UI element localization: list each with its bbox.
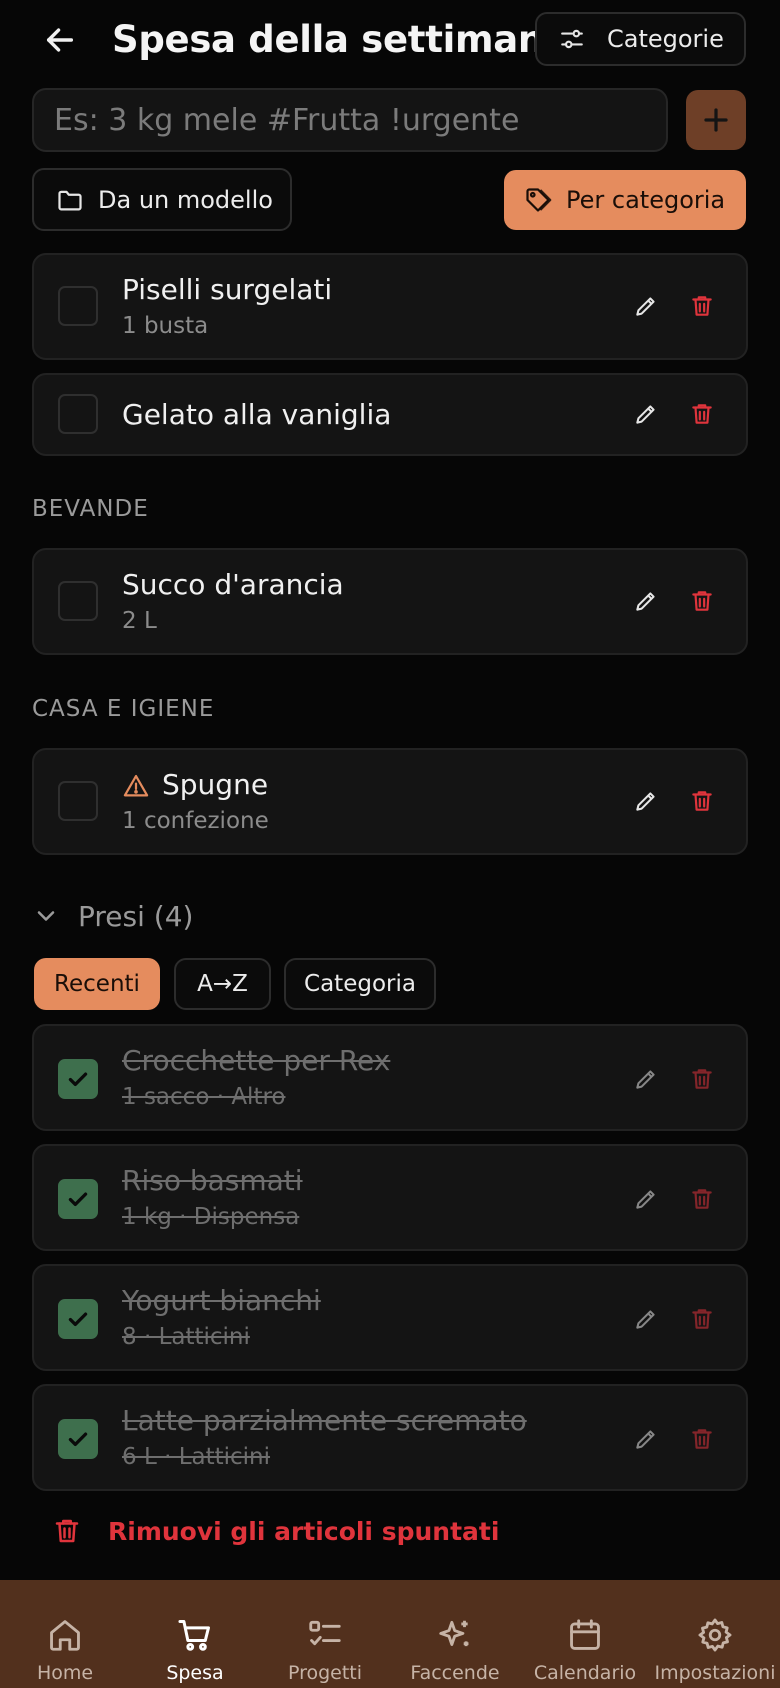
trash-icon <box>52 1516 82 1546</box>
sort-category-button[interactable]: Categoria <box>284 958 436 1010</box>
item-name: Spugne <box>162 768 269 801</box>
nav-label: Calendario <box>533 1662 637 1684</box>
nav-item-chores[interactable]: Faccende <box>390 1580 520 1688</box>
from-template-label: Da un modello <box>98 185 273 214</box>
nav-label: Impostazioni <box>654 1662 776 1684</box>
back-button[interactable] <box>36 14 84 66</box>
item-name: Riso basmati <box>122 1164 303 1197</box>
trash-icon[interactable] <box>682 1299 722 1339</box>
item-checkbox[interactable] <box>58 1419 98 1459</box>
list-item[interactable]: Spugne 1 confezione <box>32 748 748 855</box>
calendar-icon <box>566 1616 604 1654</box>
item-name: Succo d'arancia <box>122 568 344 601</box>
add-item-input[interactable] <box>32 88 668 152</box>
section-title-beverages: BEVANDE <box>32 496 149 522</box>
arrow-left-icon <box>43 23 77 57</box>
list-item[interactable]: Yogurt bianchi 8 · Latticini <box>32 1264 748 1371</box>
nav-label: Progetti <box>287 1662 363 1684</box>
item-quantity: 8 · Latticini <box>122 1324 250 1350</box>
cart-icon <box>176 1616 214 1654</box>
chevron-down-icon <box>32 902 60 930</box>
list-item[interactable]: Latte parzialmente scremato 6 L · Lattic… <box>32 1384 748 1491</box>
page-title: Spesa della settimana <box>112 18 569 61</box>
item-checkbox[interactable] <box>58 394 98 434</box>
item-quantity: 1 busta <box>122 313 209 339</box>
edit-icon[interactable] <box>626 1059 666 1099</box>
item-checkbox[interactable] <box>58 781 98 821</box>
nav-item-calendar[interactable]: Calendario <box>520 1580 650 1688</box>
categories-button[interactable]: Categorie <box>535 12 746 66</box>
edit-icon[interactable] <box>626 1299 666 1339</box>
plus-icon <box>701 105 731 135</box>
item-name: Piselli surgelati <box>122 273 333 306</box>
list-item[interactable]: Riso basmati 1 kg · Dispensa <box>32 1144 748 1251</box>
nav-item-shopping[interactable]: Spesa <box>130 1580 260 1688</box>
list-item[interactable]: Piselli surgelati 1 busta <box>32 253 748 360</box>
edit-icon[interactable] <box>626 286 666 326</box>
item-checkbox[interactable] <box>58 1179 98 1219</box>
trash-icon[interactable] <box>682 1059 722 1099</box>
sliders-icon <box>559 26 585 52</box>
item-quantity: 1 kg · Dispensa <box>122 1204 300 1230</box>
item-checkbox[interactable] <box>58 581 98 621</box>
trash-icon[interactable] <box>682 286 722 326</box>
item-name: Crocchette per Rex <box>122 1044 391 1077</box>
from-template-button[interactable]: Da un modello <box>32 168 292 231</box>
sort-alphabetical-button[interactable]: A→Z <box>174 958 271 1010</box>
trash-icon[interactable] <box>682 1179 722 1219</box>
taken-section-toggle[interactable]: Presi (4) <box>32 892 193 940</box>
categories-button-label: Categorie <box>607 25 724 53</box>
gear-icon <box>696 1616 734 1654</box>
list-item[interactable]: Gelato alla vaniglia <box>32 373 748 456</box>
edit-icon[interactable] <box>626 781 666 821</box>
home-icon <box>46 1616 84 1654</box>
list-item[interactable]: Succo d'arancia 2 L <box>32 548 748 655</box>
remove-checked-label: Rimuovi gli articoli spuntati <box>108 1516 500 1546</box>
item-name: Yogurt bianchi <box>122 1284 321 1317</box>
nav-item-home[interactable]: Home <box>0 1580 130 1688</box>
edit-icon[interactable] <box>626 581 666 621</box>
item-name: Latte parzialmente scremato <box>122 1404 527 1437</box>
tag-icon <box>524 186 552 214</box>
item-quantity: 2 L <box>122 608 157 634</box>
edit-icon[interactable] <box>626 394 666 434</box>
nav-label: Home <box>36 1662 94 1684</box>
nav-label: Faccende <box>410 1662 500 1684</box>
nav-item-projects[interactable]: Progetti <box>260 1580 390 1688</box>
item-checkbox[interactable] <box>58 1299 98 1339</box>
checklist-icon <box>306 1616 344 1654</box>
sort-recent-button[interactable]: Recenti <box>34 958 160 1010</box>
nav-label: Spesa <box>166 1662 224 1684</box>
trash-icon[interactable] <box>682 1419 722 1459</box>
nav-item-settings[interactable]: Impostazioni <box>650 1580 780 1688</box>
item-checkbox[interactable] <box>58 1059 98 1099</box>
section-title-household: CASA E IGIENE <box>32 696 215 722</box>
urgent-warning-icon <box>122 772 150 800</box>
edit-icon[interactable] <box>626 1179 666 1219</box>
add-item-button[interactable] <box>686 90 746 150</box>
edit-icon[interactable] <box>626 1419 666 1459</box>
group-by-category-label: Per categoria <box>566 186 726 214</box>
taken-section-label: Presi (4) <box>78 899 194 933</box>
folder-icon <box>56 186 84 214</box>
trash-icon[interactable] <box>682 394 722 434</box>
group-by-category-button[interactable]: Per categoria <box>504 170 746 230</box>
trash-icon[interactable] <box>682 781 722 821</box>
remove-checked-button[interactable]: Rimuovi gli articoli spuntati <box>52 1506 499 1556</box>
sparkles-icon <box>436 1616 474 1654</box>
item-checkbox[interactable] <box>58 286 98 326</box>
list-item[interactable]: Crocchette per Rex 1 sacco · Altro <box>32 1024 748 1131</box>
item-quantity: 1 confezione <box>122 808 269 834</box>
bottom-nav: Home Spesa Progetti Faccende Calendario … <box>0 1580 780 1688</box>
item-name: Gelato alla vaniglia <box>122 398 392 431</box>
item-quantity: 1 sacco · Altro <box>122 1084 286 1110</box>
item-quantity: 6 L · Latticini <box>122 1444 271 1470</box>
trash-icon[interactable] <box>682 581 722 621</box>
